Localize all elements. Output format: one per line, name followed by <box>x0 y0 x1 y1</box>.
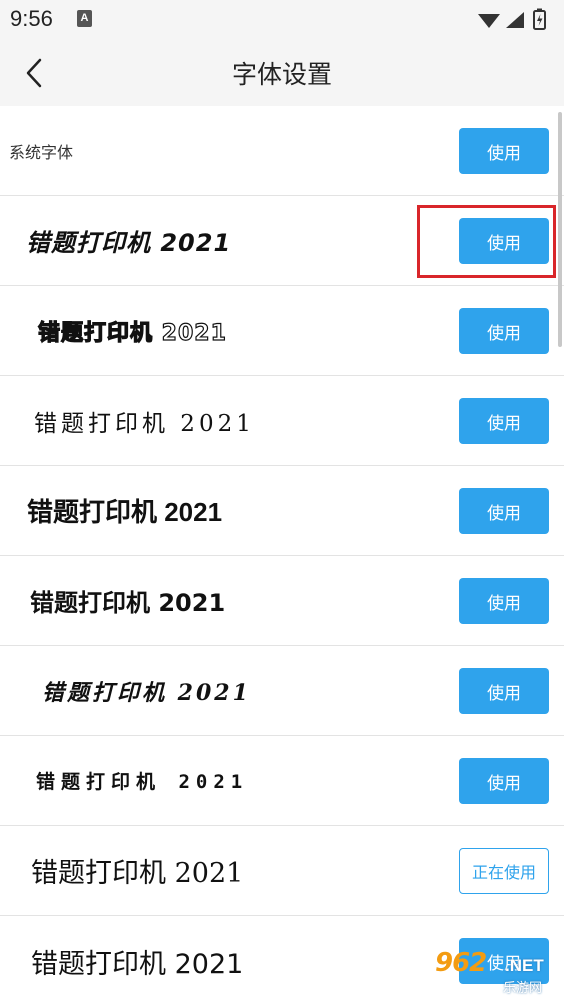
wifi-icon <box>478 14 500 28</box>
font-row-current: 错题打印机 2021 正在使用 <box>0 826 564 916</box>
status-time: 9:56 <box>10 6 53 31</box>
notification-icon: A <box>77 10 92 27</box>
font-preview-label: 错题打印机 2021 <box>30 589 226 617</box>
highlight-annotation-box <box>417 205 556 278</box>
app-bar: 字体设置 <box>0 40 564 106</box>
watermark-caption: 乐游网 <box>503 981 543 996</box>
signal-icon <box>506 12 524 28</box>
font-row: 错题打印机 2021 使用 <box>0 736 564 826</box>
use-font-button[interactable]: 使用 <box>459 308 549 354</box>
font-row: 错题打印机 2021 使用 <box>0 466 564 556</box>
font-preview-label: 错题打印机 2021 <box>36 771 249 793</box>
font-row: 错题打印机 2021 使用 <box>0 556 564 646</box>
font-preview-label: 错题打印机 2021 <box>31 858 244 889</box>
font-row: 错题打印机 2021 使用 <box>0 646 564 736</box>
in-use-button[interactable]: 正在使用 <box>459 848 549 894</box>
use-font-button[interactable]: 使用 <box>459 578 549 624</box>
font-row: 错题打印机 2021 使用 <box>0 286 564 376</box>
scrollbar[interactable] <box>558 112 562 347</box>
font-row: 错题打印机 2021 使用 <box>0 376 564 466</box>
use-font-button[interactable]: 使用 <box>459 668 549 714</box>
use-font-button[interactable]: 使用 <box>459 758 549 804</box>
status-bar: 9:56 A <box>0 0 564 40</box>
font-preview-label: 错题打印机 2021 <box>26 229 232 257</box>
font-preview-label: 错题打印机 2021 <box>27 497 223 527</box>
watermark-number: 962 <box>435 948 487 978</box>
font-preview-label: 错题打印机 2021 <box>42 679 251 706</box>
watermark-logo: 962 .NET 乐游网 <box>427 946 559 1000</box>
status-icons <box>478 8 546 30</box>
font-row-system: 系统字体 使用 <box>0 106 564 196</box>
page-title: 字体设置 <box>231 60 332 89</box>
font-preview-label: 系统字体 <box>9 142 74 162</box>
use-font-button[interactable]: 使用 <box>459 398 549 444</box>
watermark-domain: .NET <box>505 956 544 975</box>
font-preview-label: 错题打印机 2021 <box>31 948 244 980</box>
font-preview-label: 错题打印机 2021 <box>37 320 227 346</box>
font-preview-label: 错题打印机 2021 <box>34 410 255 437</box>
use-font-button[interactable]: 使用 <box>459 128 549 174</box>
use-font-button[interactable]: 使用 <box>459 488 549 534</box>
